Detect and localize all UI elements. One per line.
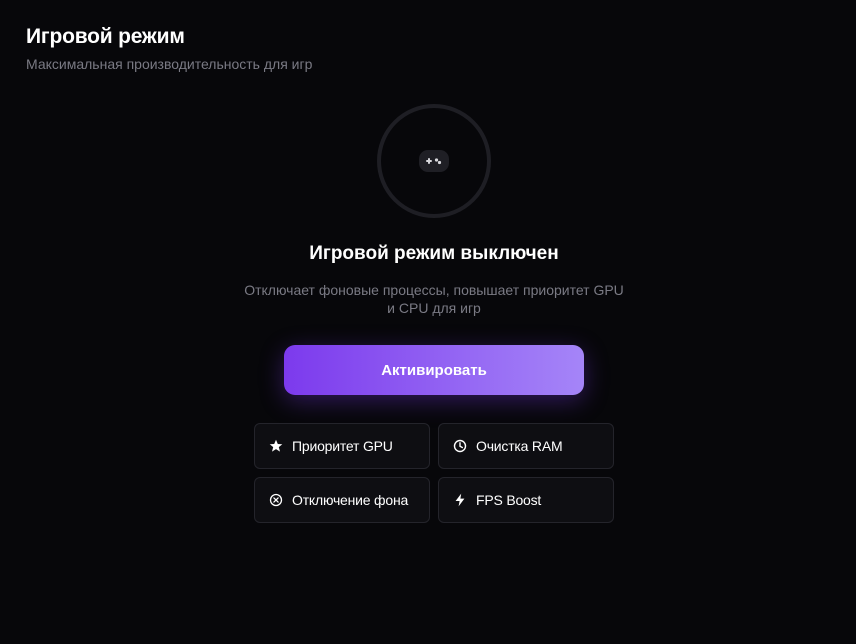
page-header: Игровой режим Максимальная производитель… — [26, 24, 312, 73]
feature-grid: Приоритет GPU Очистка RAM Отключение фон… — [254, 423, 614, 523]
clock-icon — [453, 439, 467, 453]
close-circle-icon — [269, 493, 283, 507]
status-ring — [377, 104, 491, 218]
feature-fps-boost: FPS Boost — [438, 477, 614, 523]
star-icon — [269, 439, 283, 453]
feature-label: Приоритет GPU — [292, 438, 393, 454]
status-description: Отключает фоновые процессы, повышает при… — [0, 281, 856, 317]
feature-background-off: Отключение фона — [254, 477, 430, 523]
feature-label: Отключение фона — [292, 492, 409, 508]
gamepad-icon — [419, 150, 449, 172]
feature-label: FPS Boost — [476, 492, 542, 508]
feature-ram-cleanup: Очистка RAM — [438, 423, 614, 469]
feature-gpu-priority: Приоритет GPU — [254, 423, 430, 469]
status-title: Игровой режим выключен — [309, 243, 559, 264]
activate-button[interactable]: Активировать — [284, 345, 584, 395]
page-subtitle: Максимальная производительность для игр — [26, 56, 313, 72]
page-title: Игровой режим — [26, 25, 185, 48]
feature-label: Очистка RAM — [476, 438, 563, 454]
lightning-icon — [453, 493, 467, 507]
status-description-text: Отключает фоновые процессы, повышает при… — [244, 282, 624, 316]
